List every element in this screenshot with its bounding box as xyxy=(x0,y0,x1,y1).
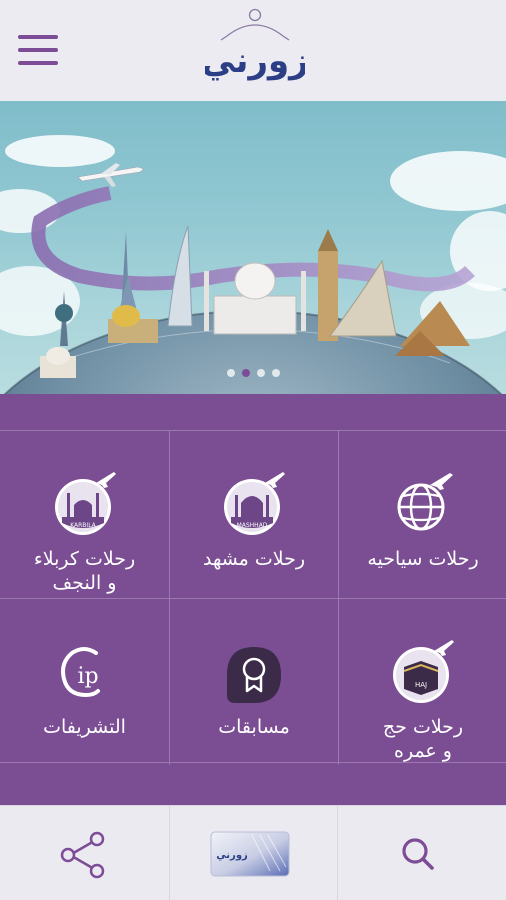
svg-text:زورني: زورني xyxy=(205,41,305,81)
svg-text:زورني: زورني xyxy=(216,850,248,861)
share-icon xyxy=(60,831,105,879)
app-screen: زورني رحلات سياحيه MASHHAD رحلات مشهد KA… xyxy=(0,0,506,900)
hero-banner[interactable] xyxy=(0,101,506,394)
tile-label: مسابقات xyxy=(218,716,290,738)
tile-tourism-trips[interactable]: رحلات سياحيه xyxy=(338,431,506,598)
tile-mashhad-trips[interactable]: MASHHAD رحلات مشهد xyxy=(169,431,338,598)
bottom-navigation: زورني xyxy=(0,805,506,900)
services-panel: رحلات سياحيه MASHHAD رحلات مشهد KARBILA … xyxy=(0,394,506,805)
globe-plane-icon xyxy=(397,473,453,531)
tile-label: التشريفات xyxy=(43,716,126,738)
search-button[interactable] xyxy=(338,806,506,900)
svg-text:MASHHAD: MASHHAD xyxy=(237,522,268,529)
carousel-dot-active[interactable] xyxy=(241,369,250,377)
carousel-indicator xyxy=(0,366,506,380)
tile-label: رحلات حج و عمره xyxy=(382,716,464,762)
search-icon xyxy=(402,838,434,870)
member-card-button[interactable]: زورني xyxy=(169,806,338,900)
carousel-dot[interactable] xyxy=(226,369,235,377)
tile-cip-ceremonies[interactable]: ip التشريفات xyxy=(0,598,169,765)
svg-text:HAJ: HAJ xyxy=(415,681,427,689)
share-button[interactable] xyxy=(0,806,169,900)
app-logo: زورني xyxy=(205,8,305,81)
tile-hajj-umrah-trips[interactable]: HAJ رحلات حج و عمره xyxy=(338,598,506,765)
svg-text:KARBILA: KARBILA xyxy=(70,522,96,529)
travel-landmarks-illustration xyxy=(0,135,506,394)
tile-label: رحلات كربلاء و النجف xyxy=(33,548,136,594)
tile-label: رحلات مشهد xyxy=(202,548,306,570)
tile-label: رحلات سياحيه xyxy=(367,548,479,570)
tile-competitions[interactable]: مسابقات xyxy=(169,598,338,765)
hamburger-menu-icon[interactable] xyxy=(18,33,60,67)
carousel-dot[interactable] xyxy=(256,369,265,377)
member-card-icon: زورني xyxy=(210,831,290,877)
mashhad-shrine-icon: MASHHAD xyxy=(224,472,285,535)
services-grid: رحلات سياحيه MASHHAD رحلات مشهد KARBILA … xyxy=(0,430,506,765)
tile-karbala-najaf-trips[interactable]: KARBILA رحلات كربلاء و النجف xyxy=(0,431,169,598)
svg-text:ip: ip xyxy=(77,664,98,689)
kaaba-icon: HAJ xyxy=(393,640,454,703)
cip-icon: ip xyxy=(60,647,100,698)
karbala-shrine-icon: KARBILA xyxy=(54,472,116,535)
award-ribbon-icon xyxy=(227,647,281,703)
carousel-dot[interactable] xyxy=(271,369,280,377)
app-header: زورني xyxy=(0,0,506,101)
